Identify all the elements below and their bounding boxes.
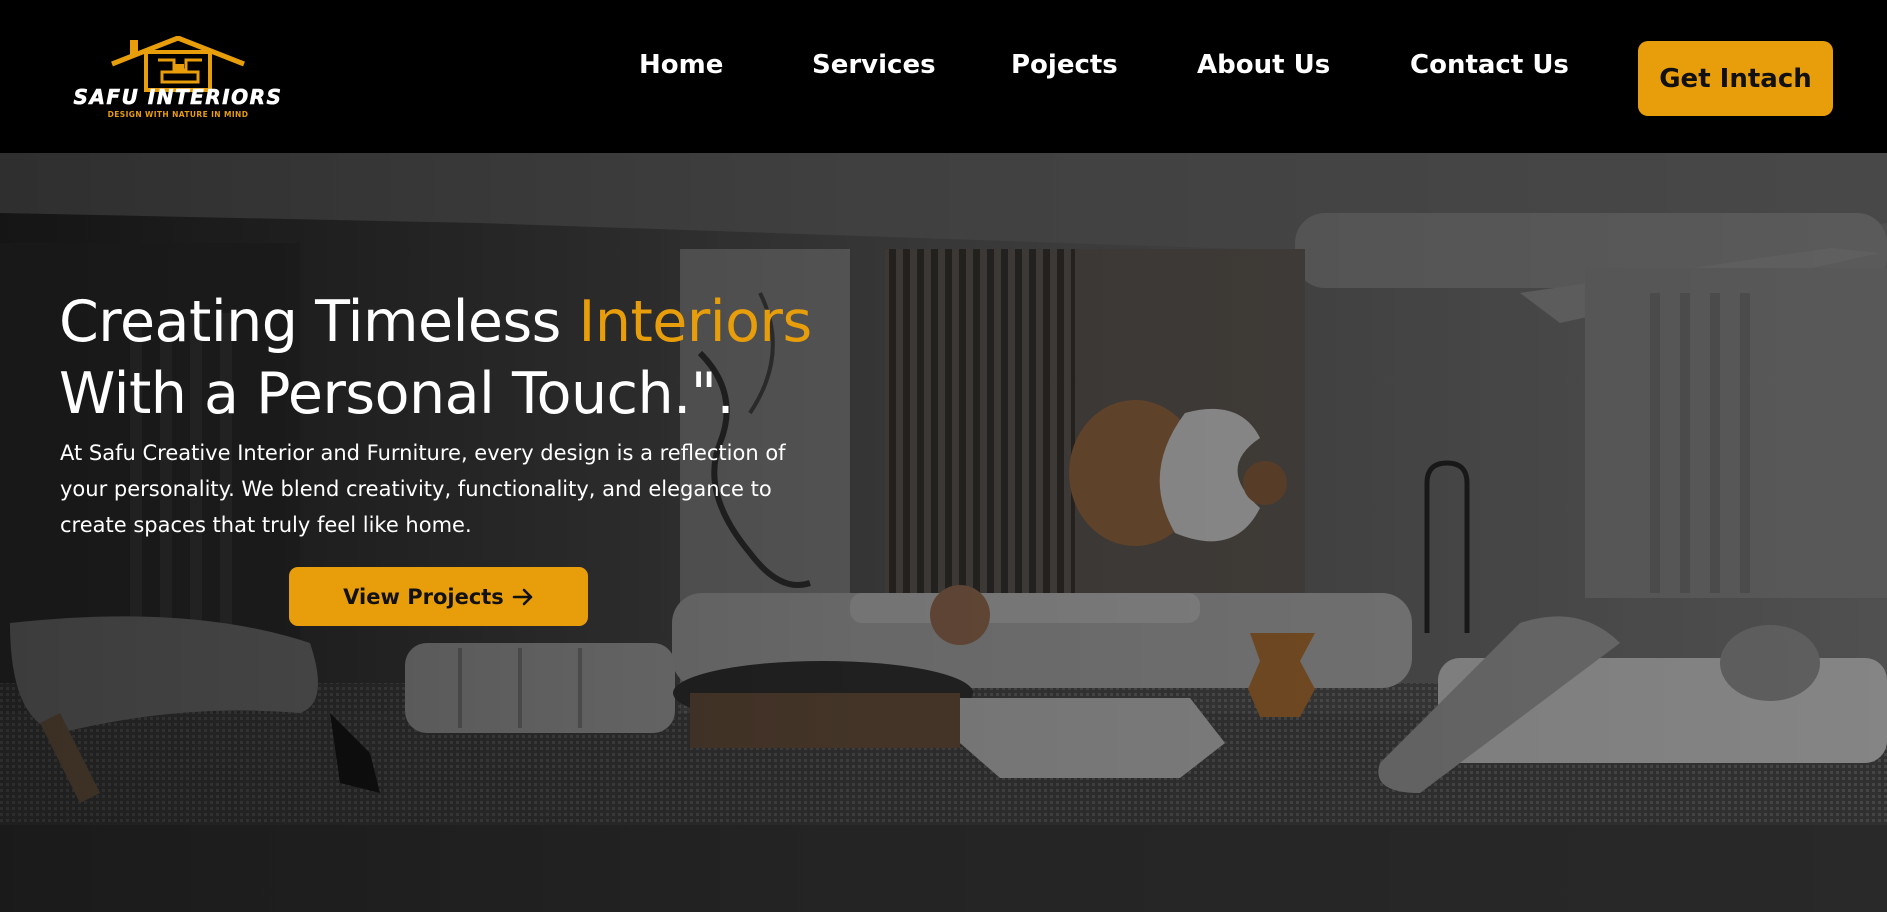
nav-link-services[interactable]: Services [812,50,936,80]
brand-tagline: DESIGN WITH NATURE IN MIND [108,110,249,119]
nav-link-about-us[interactable]: About Us [1197,50,1330,80]
brand-logo[interactable]: SAFU INTERIORS DESIGN WITH NATURE IN MIN… [50,36,306,122]
get-in-touch-button[interactable]: Get Intach [1638,41,1833,116]
nav-link-projects[interactable]: Pojects [1011,50,1118,80]
hero-section: Creating Timeless Interiors With a Perso… [0,153,1887,912]
hero-description: At Safu Creative Interior and Furniture,… [60,441,786,537]
top-navbar: SAFU INTERIORS DESIGN WITH NATURE IN MIN… [0,0,1887,153]
view-projects-button[interactable]: View Projects [289,567,588,626]
house-icon [111,36,245,92]
hero-headline: Creating Timeless Interiors With a Perso… [59,286,919,430]
arrow-right-icon [512,588,533,605]
brand-name: SAFU INTERIORS [74,85,283,109]
headline-accent: Interiors [578,289,813,355]
nav-link-home[interactable]: Home [639,50,723,80]
nav-link-contact-us[interactable]: Contact Us [1410,50,1569,80]
view-projects-label: View Projects [343,584,504,609]
headline-part-2: With a Personal Touch.". [59,361,735,427]
headline-part-1: Creating Timeless [59,289,579,355]
